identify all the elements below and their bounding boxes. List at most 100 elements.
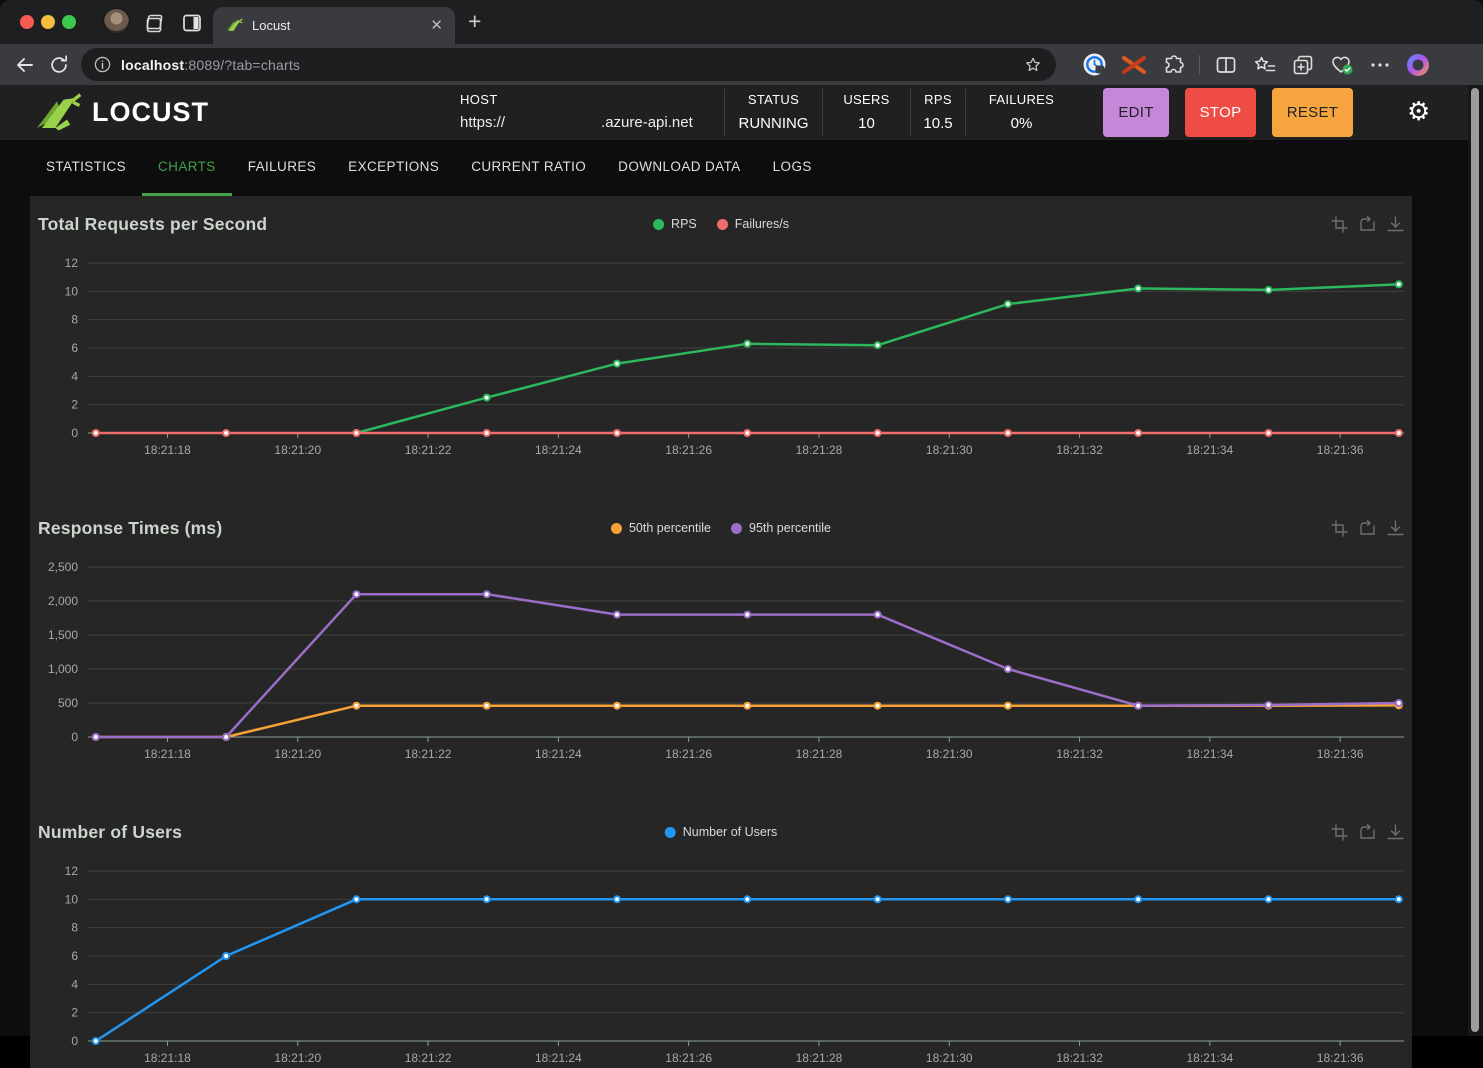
legend-item-rps[interactable]: RPS	[653, 217, 697, 231]
legend-dot	[610, 522, 622, 534]
browser-tab[interactable]: Locust ✕	[213, 7, 455, 44]
legend-dot	[716, 218, 728, 230]
sidebar-toggle-icon[interactable]	[180, 11, 204, 35]
y-axis-label: 10	[65, 284, 79, 298]
restore-icon[interactable]	[1359, 519, 1376, 537]
download-icon[interactable]	[1387, 519, 1404, 537]
extension-x-icon[interactable]	[1121, 54, 1147, 76]
chart-title: Total Requests per Second	[38, 213, 268, 234]
data-point	[873, 701, 882, 710]
data-point	[1003, 701, 1012, 710]
tab-exceptions[interactable]: EXCEPTIONS	[332, 140, 455, 196]
x-axis-label: 18:21:24	[535, 747, 582, 761]
chart-legend: Number of Users	[664, 825, 777, 839]
new-tab-button[interactable]: +	[468, 8, 481, 35]
legend-item-failures-s[interactable]: Failures/s	[716, 217, 789, 231]
favorites-icon[interactable]	[1252, 53, 1277, 77]
tab-download-data[interactable]: DOWNLOAD DATA	[602, 140, 756, 196]
restore-icon[interactable]	[1359, 823, 1376, 841]
zoom-select-icon[interactable]	[1331, 519, 1348, 537]
y-axis-label: 6	[71, 949, 78, 963]
tab-current-ratio[interactable]: CURRENT RATIO	[455, 140, 602, 196]
data-point	[1264, 285, 1273, 294]
locust-favicon-icon	[226, 18, 243, 31]
stat-failures: FAILURES 0%	[965, 89, 1077, 136]
tab-charts[interactable]: CHARTS	[142, 140, 232, 196]
data-point	[743, 701, 752, 710]
tab-logs[interactable]: LOGS	[757, 140, 828, 196]
legend-dot	[664, 826, 676, 838]
x-axis-label: 18:21:20	[274, 1051, 321, 1065]
x-axis-label: 18:21:28	[796, 747, 843, 761]
zoom-select-icon[interactable]	[1331, 215, 1348, 233]
extensions-icon[interactable]	[1161, 53, 1185, 77]
x-axis-label: 18:21:18	[144, 1051, 191, 1065]
edit-button[interactable]: EDIT	[1103, 88, 1169, 137]
x-axis-label: 18:21:24	[535, 443, 582, 457]
chart-header: Response Times (ms) 50th percentile 95th p…	[38, 510, 1404, 546]
host-label: HOST	[460, 92, 498, 107]
traffic-close-button[interactable]	[20, 15, 34, 29]
settings-gear-icon[interactable]: ⚙	[1407, 98, 1430, 124]
x-axis-label: 18:21:32	[1056, 443, 1103, 457]
data-point	[873, 341, 882, 350]
scrollbar-thumb[interactable]	[1471, 88, 1479, 1032]
tab-groups-icon[interactable]	[142, 11, 166, 35]
reset-button[interactable]: RESET	[1272, 88, 1353, 137]
y-axis-label: 4	[71, 369, 78, 383]
split-screen-icon[interactable]	[1214, 53, 1238, 77]
browser-essentials-icon[interactable]	[1329, 53, 1355, 77]
data-point	[743, 339, 752, 348]
restore-icon[interactable]	[1359, 215, 1376, 233]
series-line-rps	[356, 283, 1399, 435]
x-axis-label: 18:21:26	[665, 1051, 712, 1065]
download-icon[interactable]	[1387, 215, 1404, 233]
data-point	[1394, 895, 1403, 904]
data-point	[352, 590, 361, 599]
tab-title: Locust	[252, 18, 291, 33]
copilot-icon[interactable]	[1405, 52, 1431, 78]
data-point	[482, 429, 491, 437]
app-header: LOCUST HOST https://.azure-api.net STATU…	[0, 85, 1483, 140]
chart-header: Total Requests per Second RPS Failures/s	[38, 206, 1404, 242]
traffic-minimize-button[interactable]	[41, 15, 55, 29]
chart-plot-area: 0 2 4 6 8 10 12 18:21:18 18:21:20 18:21:22 18:21:2…	[65, 256, 1404, 457]
reload-button[interactable]	[48, 54, 70, 76]
back-button[interactable]	[13, 53, 37, 77]
download-icon[interactable]	[1387, 823, 1404, 841]
tab-close-icon[interactable]: ✕	[430, 18, 443, 33]
zoom-select-icon[interactable]	[1331, 823, 1348, 841]
host-value: https://.azure-api.net	[460, 114, 693, 131]
stop-button[interactable]: STOP	[1185, 88, 1256, 137]
legend-item-50th-percentile[interactable]: 50th percentile	[610, 521, 711, 535]
legend-item-95th-percentile[interactable]: 95th percentile	[731, 521, 831, 535]
data-point	[1394, 280, 1403, 289]
x-axis-label: 18:21:30	[926, 747, 973, 761]
data-point	[743, 610, 752, 619]
x-axis-label: 18:21:36	[1317, 443, 1364, 457]
traffic-zoom-button[interactable]	[62, 15, 76, 29]
legend-dot	[731, 522, 742, 534]
data-point	[482, 895, 491, 904]
more-menu-icon[interactable]	[1369, 54, 1391, 76]
data-point	[1134, 284, 1143, 293]
chart-toolbox	[1331, 519, 1404, 537]
chart-legend: RPS Failures/s	[653, 217, 789, 231]
chart-header: Number of Users Number of Users	[38, 814, 1404, 850]
x-axis-label: 18:21:34	[1186, 443, 1233, 457]
tab-statistics[interactable]: STATISTICS	[30, 140, 142, 196]
site-info-icon[interactable]	[94, 56, 111, 73]
profile-avatar[interactable]	[103, 8, 130, 35]
collections-icon[interactable]	[1291, 53, 1315, 77]
chart-plot-area: 0 500 1,000 1,500 2,000 2,500 18:21:18 18:21:20…	[48, 560, 1404, 761]
address-bar[interactable]: localhost:8089/?tab=charts	[81, 48, 1056, 81]
chart-section-number-of-users: Number of Users Number of Users 0 2 4 6 8 10 12 1…	[38, 814, 1404, 1068]
data-point	[613, 610, 621, 619]
legend-item-number-of-users[interactable]: Number of Users	[664, 825, 777, 839]
bookmark-star-icon[interactable]	[1023, 55, 1043, 75]
x-axis-label: 18:21:22	[405, 443, 452, 457]
data-point	[1264, 895, 1273, 904]
tab-failures[interactable]: FAILURES	[232, 140, 332, 196]
tracking-prevention-icon[interactable]	[1082, 52, 1107, 77]
browser-tab-bar: Locust ✕ +	[0, 0, 1483, 44]
